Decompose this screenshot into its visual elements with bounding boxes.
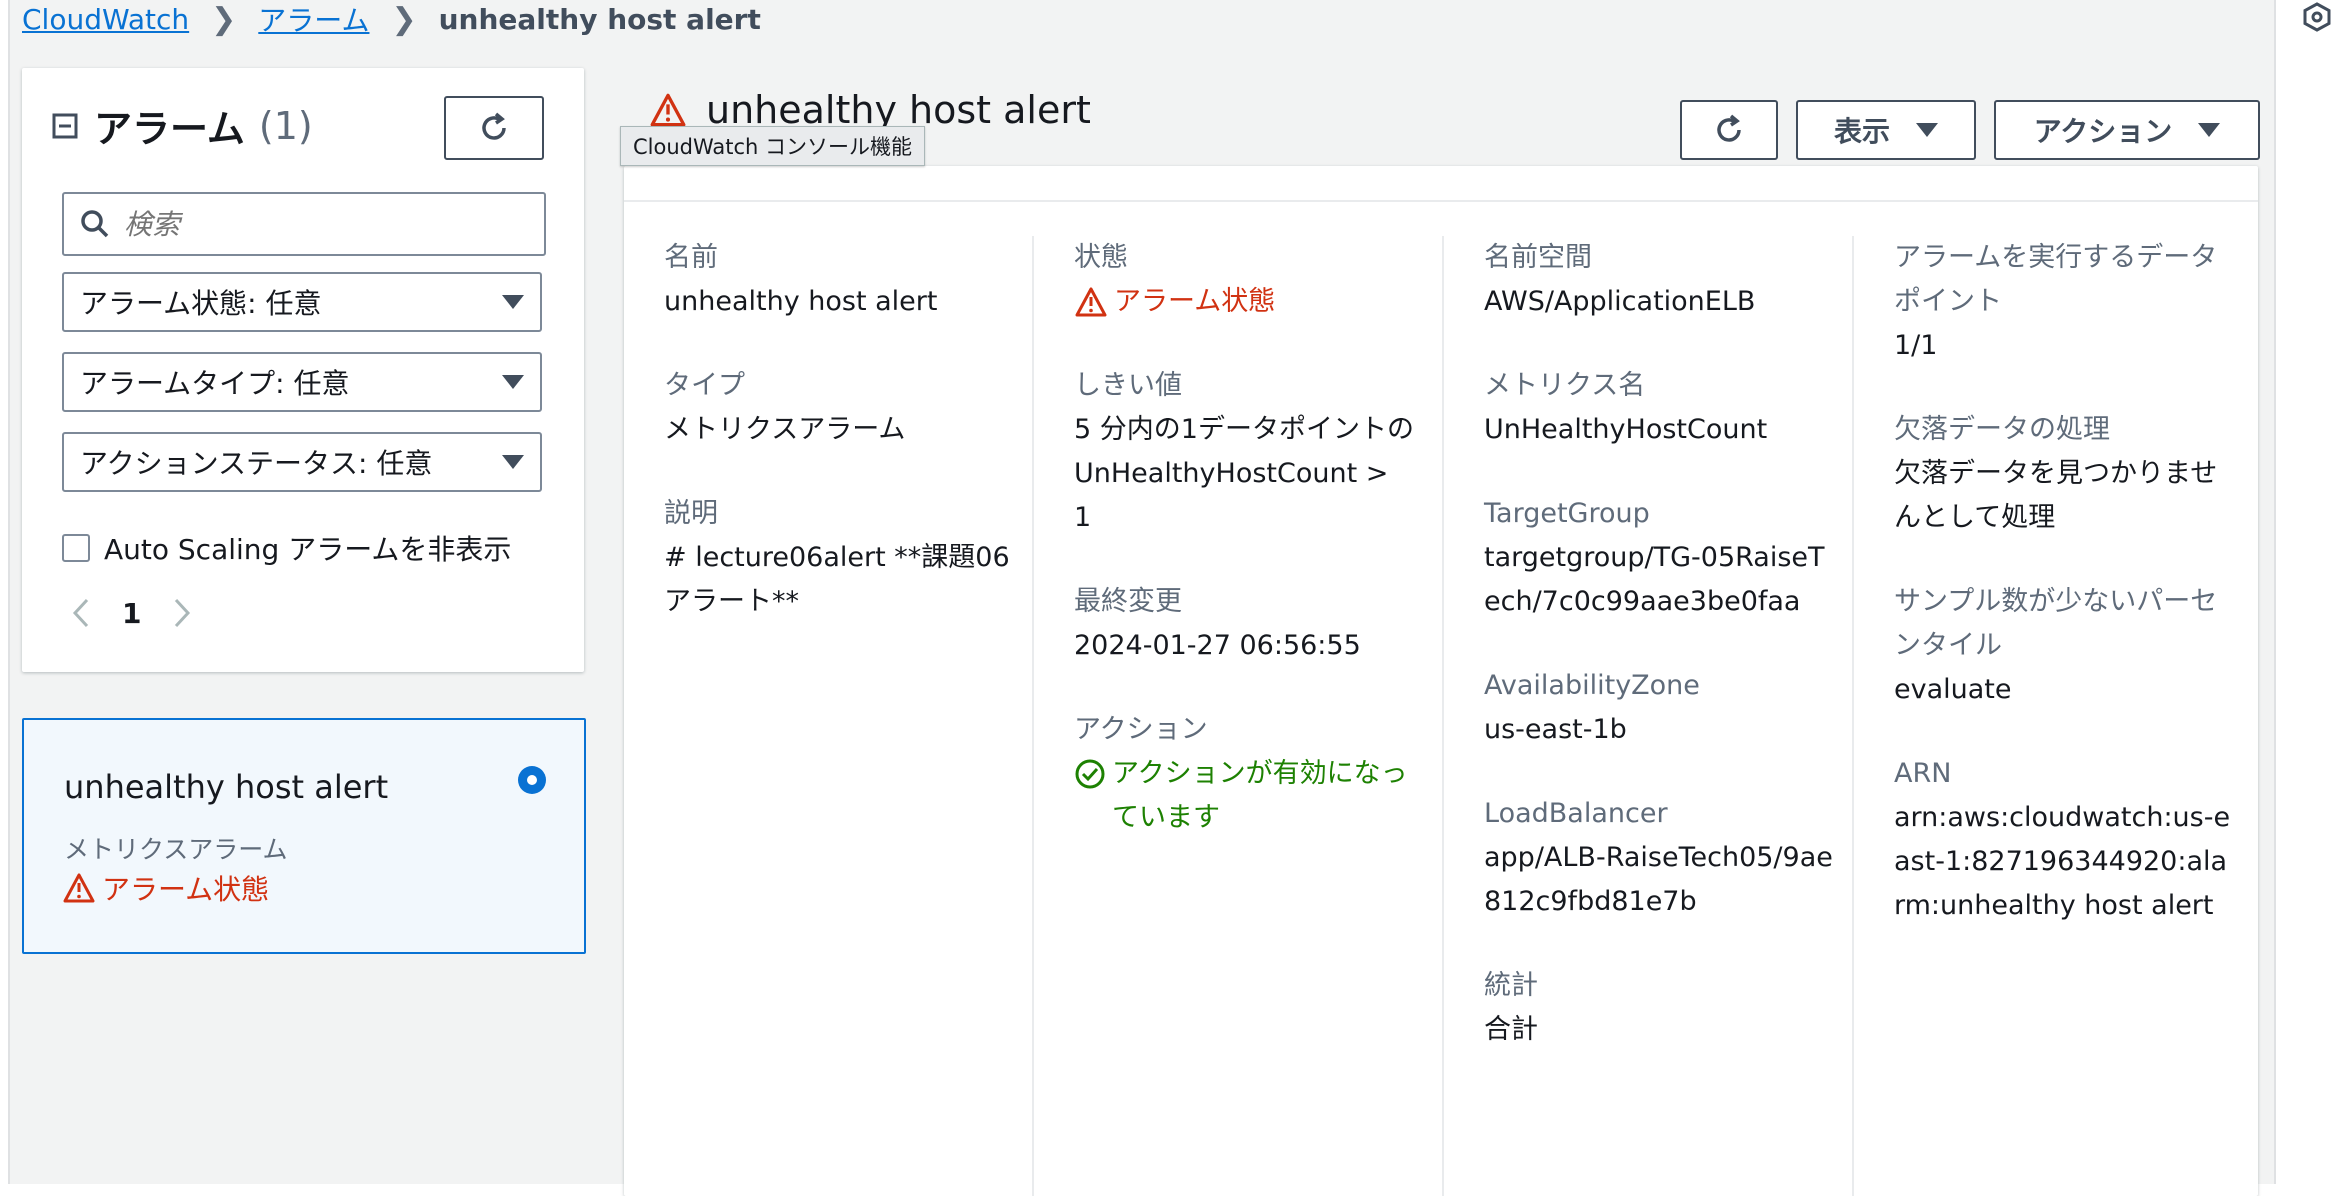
threshold-label: しきい値 — [1074, 370, 1182, 401]
alarm-type-filter-value: アラームタイプ: 任意 — [80, 367, 350, 400]
chevron-left-icon[interactable] — [70, 596, 92, 630]
refresh-icon — [1717, 114, 1741, 142]
alarm-list-title: アラーム (1) — [52, 98, 313, 153]
last-changed-value: 2024-01-27 06:56:55 — [1074, 630, 1361, 661]
page-number[interactable]: 1 — [122, 597, 141, 630]
arn-value: arn:aws:cloudwatch:us-east-1:82719634492… — [1894, 802, 2231, 921]
warning-icon — [1075, 287, 1107, 317]
detail-column-1: 名前 unhealthy host alert タイプ メトリクスアラーム 説明… — [664, 236, 1044, 664]
warning-icon — [63, 873, 95, 903]
search-input[interactable] — [122, 206, 506, 242]
alarm-list-heading: アラーム — [94, 107, 245, 151]
percentile-label: サンプル数が少ないパーセンタイル — [1894, 586, 2218, 661]
refresh-list-button[interactable] — [444, 96, 544, 160]
alarm-card-type: メトリクスアラーム — [64, 835, 288, 864]
type-value: メトリクスアラーム — [664, 414, 906, 445]
caret-down-icon — [1916, 123, 1938, 137]
description-value: # lecture06alert **課題06 アラート** — [664, 542, 1010, 617]
datapoints-label: アラームを実行するデータポイント — [1894, 242, 2218, 317]
panel-divider — [624, 200, 2258, 202]
refresh-icon — [482, 112, 506, 140]
breadcrumb-current: unhealthy host alert — [438, 2, 761, 36]
statistic-label: 統計 — [1484, 970, 1538, 1001]
threshold-value: 5 分内の1データポイントのUnHealthyHostCount > 1 — [1074, 414, 1414, 533]
hide-autoscaling-checkbox[interactable] — [62, 534, 90, 562]
missing-data-label: 欠落データの処理 — [1894, 414, 2110, 445]
caret-down-icon — [502, 455, 524, 469]
datapoints-value: 1/1 — [1894, 330, 1938, 361]
detail-column-2: 状態 アラーム状態 しきい値 5 分内の1データポイントのUnHealthyHo… — [1074, 236, 1414, 880]
actions-dropdown-button[interactable]: アクション — [1994, 100, 2260, 160]
check-circle-icon — [1075, 759, 1105, 789]
alarm-card-state: アラーム状態 — [62, 868, 269, 908]
targetgroup-value: targetgroup/TG-05RaiseTech/7c0c99aae3be0… — [1484, 542, 1825, 617]
caret-down-icon — [502, 295, 524, 309]
missing-data-value: 欠落データを見つかりませんとして処理 — [1894, 458, 2218, 533]
search-field[interactable] — [62, 192, 546, 256]
type-label: タイプ — [664, 370, 745, 401]
name-value: unhealthy host alert — [664, 286, 938, 317]
column-divider — [1852, 236, 1854, 1196]
metric-name-value: UnHealthyHostCount — [1484, 414, 1768, 445]
state-label: 状態 — [1074, 242, 1128, 273]
pagination: 1 — [70, 596, 193, 630]
column-divider — [1442, 236, 1444, 1196]
statistic-value: 合計 — [1484, 1014, 1538, 1045]
caret-down-icon — [2198, 123, 2221, 137]
actions-value-text: アクションが有効になっています — [1112, 758, 1408, 833]
hide-autoscaling-option: Auto Scaling アラームを非表示 — [62, 528, 511, 568]
metric-name-label: メトリクス名 — [1484, 370, 1646, 401]
actions-button-label: アクション — [2033, 115, 2173, 148]
hide-autoscaling-label: Auto Scaling アラームを非表示 — [104, 533, 512, 566]
chevron-right-icon[interactable] — [171, 596, 193, 630]
availability-zone-value: us-east-1b — [1484, 714, 1627, 745]
chevron-right-icon: ❯ — [391, 1, 417, 37]
namespace-label: 名前空間 — [1484, 242, 1592, 273]
targetgroup-label: TargetGroup — [1484, 498, 1650, 529]
refresh-detail-button[interactable] — [1680, 100, 1778, 160]
alarm-type-filter[interactable]: アラームタイプ: 任意 — [62, 352, 542, 412]
alarm-count: (1) — [258, 103, 313, 148]
percentile-value: evaluate — [1894, 674, 2012, 705]
alarm-state-filter[interactable]: アラーム状態: 任意 — [62, 272, 542, 332]
loadbalancer-label: LoadBalancer — [1484, 798, 1668, 829]
breadcrumb-cloudwatch-link[interactable]: CloudWatch — [22, 3, 189, 36]
hexagon-settings-icon[interactable] — [2302, 2, 2332, 32]
description-label: 説明 — [664, 498, 718, 529]
alarm-state-filter-value: アラーム状態: 任意 — [80, 287, 322, 320]
action-status-filter-value: アクションステータス: 任意 — [80, 447, 433, 480]
breadcrumb-alarms-link[interactable]: アラーム — [258, 0, 369, 39]
alarm-card-name: unhealthy host alert — [64, 768, 389, 806]
name-label: 名前 — [664, 242, 718, 273]
collapse-icon[interactable] — [52, 113, 78, 139]
chevron-right-icon: ❯ — [211, 1, 237, 37]
warning-icon — [650, 93, 686, 127]
search-icon — [81, 210, 109, 238]
alarm-card-state-text: アラーム状態 — [102, 873, 270, 906]
arn-label: ARN — [1894, 758, 1952, 789]
selected-radio[interactable] — [518, 766, 546, 794]
detail-column-3: 名前空間 AWS/ApplicationELB メトリクス名 UnHealthy… — [1484, 236, 1834, 1092]
alarm-detail-panel: 名前 unhealthy host alert タイプ メトリクスアラーム 説明… — [624, 166, 2258, 1196]
action-status-filter[interactable]: アクションステータス: 任意 — [62, 432, 542, 492]
namespace-value: AWS/ApplicationELB — [1484, 286, 1756, 317]
state-value-text: アラーム状態 — [1114, 286, 1276, 317]
actions-value: アクションが有効になっています — [1074, 752, 1414, 840]
detail-column-4: アラームを実行するデータポイント 1/1 欠落データの処理 欠落データを見つかり… — [1894, 236, 2234, 968]
actions-label: アクション — [1074, 714, 1208, 745]
caret-down-icon — [502, 375, 524, 389]
column-divider — [1032, 236, 1034, 1196]
loadbalancer-value: app/ALB-RaiseTech05/9ae812c9fbd81e7b — [1484, 842, 1833, 917]
state-value: アラーム状態 — [1074, 280, 1414, 324]
view-button-label: 表示 — [1833, 115, 1890, 148]
last-changed-label: 最終変更 — [1074, 586, 1182, 617]
alarm-card-selected[interactable]: unhealthy host alert メトリクスアラーム アラーム状態 — [22, 718, 586, 954]
tooltip: CloudWatch コンソール機能 — [620, 126, 926, 166]
availability-zone-label: AvailabilityZone — [1484, 670, 1700, 701]
breadcrumb: CloudWatch ❯ アラーム ❯ unhealthy host alert — [22, 0, 761, 38]
view-dropdown-button[interactable]: 表示 — [1796, 100, 1976, 160]
